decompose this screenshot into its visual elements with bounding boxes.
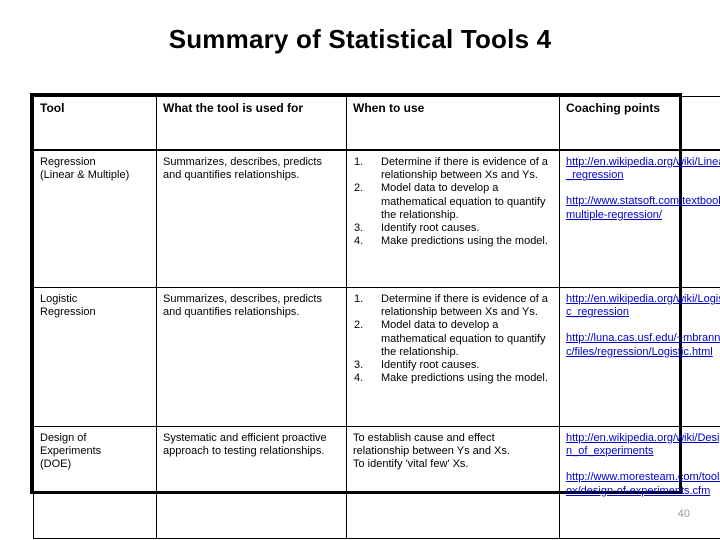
table-row: Regression (Linear & Multiple) Summarizes… [33,149,720,288]
statistical-tools-table-container: Tool What the tool is used for When to u… [30,93,720,539]
coaching-link-block: http://www.statsoft.com/textbook/multipl… [566,195,720,221]
coaching-link-block: http://www.moresteam.com/toolbox/design-… [566,471,720,497]
text-line: (Linear & Multiple) [40,169,130,182]
text-line: (DOE) [40,458,72,471]
cell-tool-name: Design of Experiments (DOE) [33,426,157,539]
coaching-link[interactable]: http://en.wikipedia.org/wiki/Logistic_re… [566,293,720,318]
list-item: Make predictions using the model. [354,372,548,385]
when-to-use-list: Determine if there is evidence of a rela… [353,293,553,386]
page-number: 40 [677,508,690,520]
cell-coaching-points: http://en.wikipedia.org/wiki/Linear_regr… [559,149,720,288]
list-item: Model data to develop a mathematical equ… [354,319,546,358]
when-to-use-list: Determine if there is evidence of a rela… [353,156,553,249]
text-line: Logistic [40,293,78,305]
table-row: Logistic Regression Summarizes, describes… [33,287,720,427]
cell-used-for: Systematic and efficient proactive appro… [156,426,347,539]
list-item: Identify root causes. [354,222,480,235]
cell-when-to-use: To establish cause and effect relationsh… [346,426,560,539]
coaching-links: http://en.wikipedia.org/wiki/Linear_regr… [566,156,720,222]
text-line: Experiments [40,445,102,458]
list-item: Determine if there is evidence of a rela… [354,156,548,182]
list-item: Model data to develop a mathematical equ… [354,182,546,221]
page-title: Summary of Statistical Tools 4 [168,24,552,54]
column-header-coaching-points: Coaching points [559,96,720,151]
table-header: Tool What the tool is used for When to u… [33,96,720,151]
statistical-tools-table: Tool What the tool is used for When to u… [33,96,720,539]
text-line: To establish cause and effect relationsh… [353,432,510,458]
coaching-links: http://en.wikipedia.org/wiki/Logistic_re… [566,293,720,359]
coaching-link-block: http://en.wikipedia.org/wiki/Logistic_re… [566,293,720,319]
text-line: Regression [40,156,96,168]
coaching-links: http://en.wikipedia.org/wiki/Design_of_e… [566,432,720,498]
cell-used-for: Summarizes, describes, predicts and quan… [156,287,347,427]
coaching-link[interactable]: http://en.wikipedia.org/wiki/Linear_regr… [566,156,720,181]
cell-tool-name: Logistic Regression [33,287,157,427]
column-header-used-for: What the tool is used for [156,96,347,151]
list-item: Identify root causes. [354,359,480,372]
list-item: Make predictions using the model. [354,235,548,248]
coaching-link-block: http://luna.cas.usf.edu/~mbrannic/files/… [566,332,720,358]
cell-when-to-use: Determine if there is evidence of a rela… [346,287,560,427]
coaching-link[interactable]: http://www.moresteam.com/toolbox/design-… [566,471,720,496]
text-line: Design of [40,432,87,444]
table-body: Regression (Linear & Multiple) Summarizes… [33,149,720,539]
column-header-tool: Tool [33,96,157,151]
slide-canvas: Summary of Statistical Tools 4 Tool What… [0,0,720,540]
coaching-link-block: http://en.wikipedia.org/wiki/Linear_regr… [566,156,720,182]
cell-used-for: Summarizes, describes, predicts and quan… [156,149,347,288]
cell-tool-name: Regression (Linear & Multiple) [33,149,157,288]
cell-coaching-points: http://en.wikipedia.org/wiki/Logistic_re… [559,287,720,427]
coaching-link[interactable]: http://luna.cas.usf.edu/~mbrannic/files/… [566,332,720,357]
text-line: Regression [40,306,96,319]
table-row: Design of Experiments (DOE) Systematic and… [33,426,720,539]
text-line: To identify 'vital few' Xs. [353,458,469,471]
column-header-when-to-use: When to use [346,96,560,151]
list-item: Determine if there is evidence of a rela… [354,293,548,319]
cell-coaching-points: http://en.wikipedia.org/wiki/Design_of_e… [559,426,720,539]
cell-when-to-use: Determine if there is evidence of a rela… [346,149,560,288]
coaching-link[interactable]: http://www.statsoft.com/textbook/multipl… [566,195,720,220]
table-header-row: Tool What the tool is used for When to u… [33,96,720,151]
coaching-link-block: http://en.wikipedia.org/wiki/Design_of_e… [566,432,720,458]
coaching-link[interactable]: http://en.wikipedia.org/wiki/Design_of_e… [566,432,720,457]
